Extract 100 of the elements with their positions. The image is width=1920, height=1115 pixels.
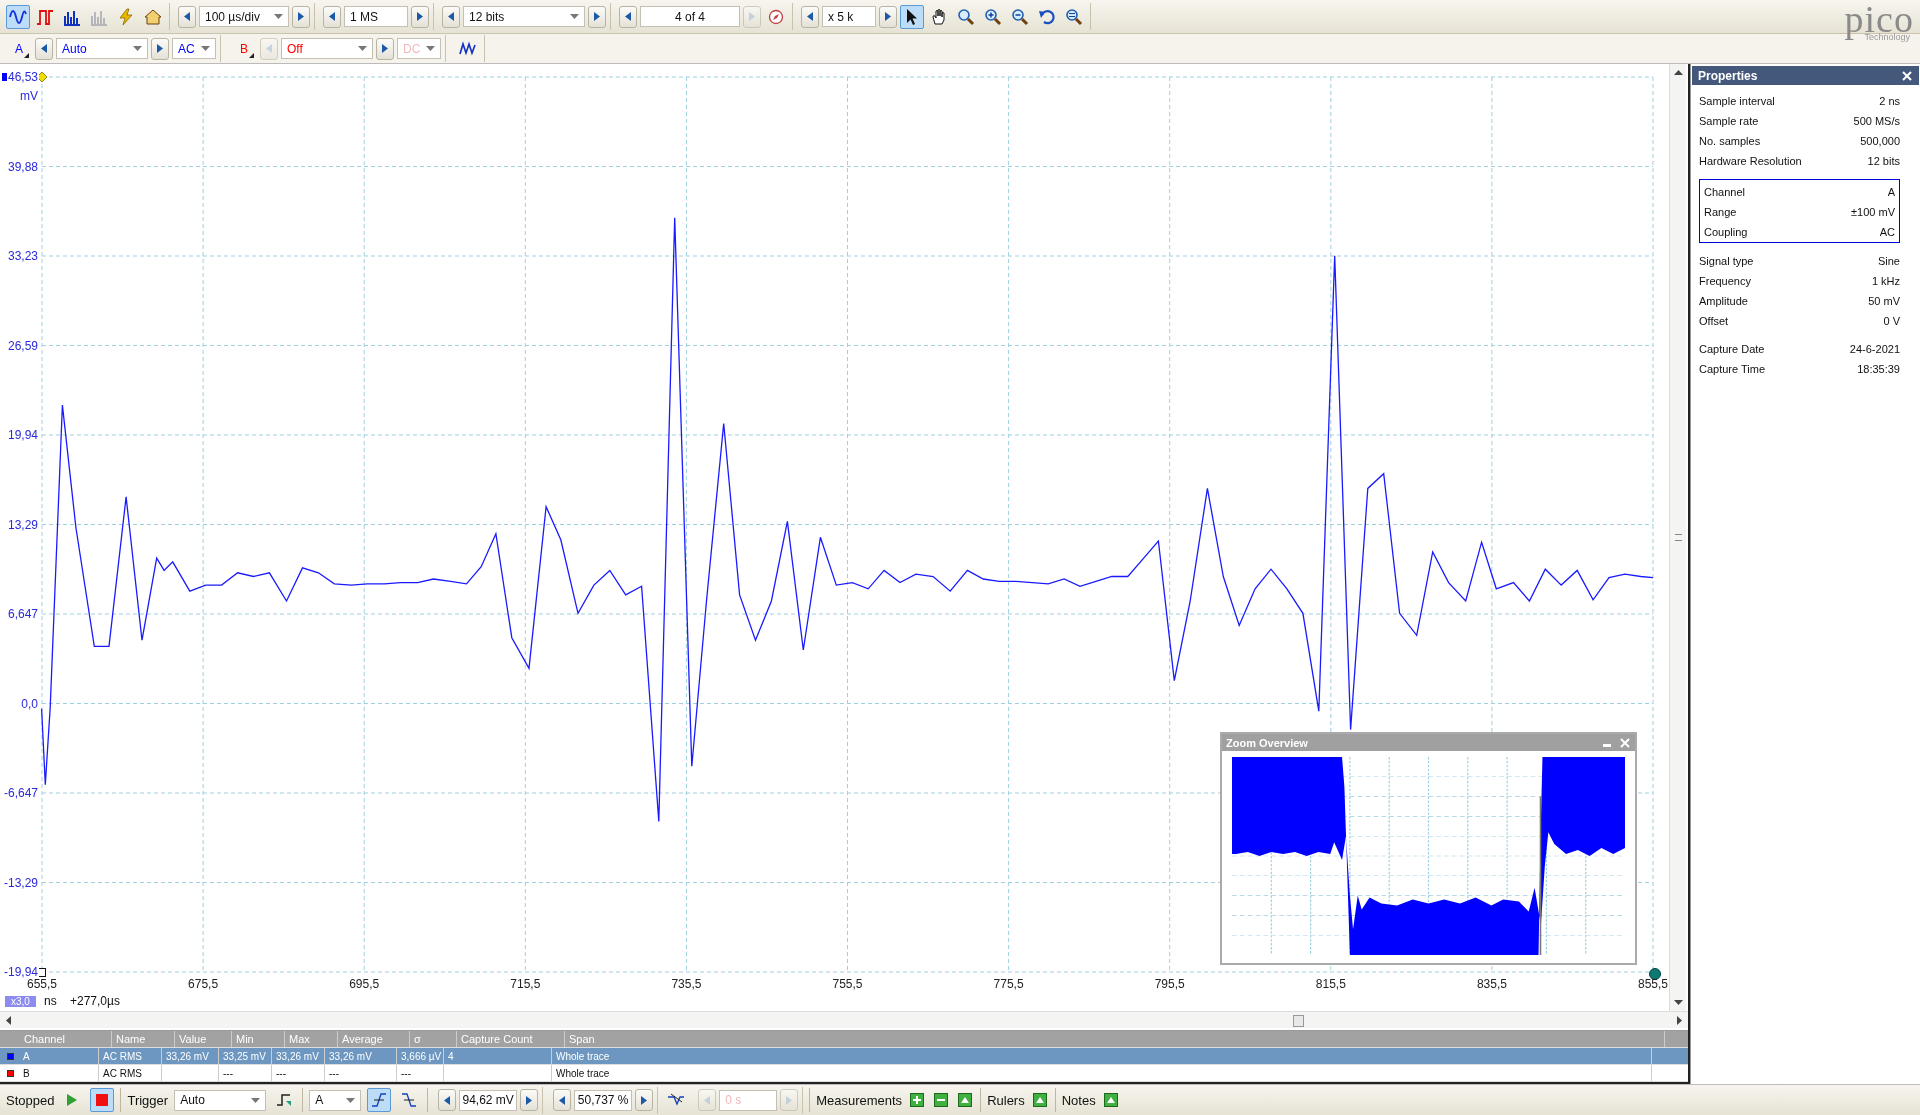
scroll-down-icon[interactable]	[1673, 1000, 1683, 1005]
range-up-button[interactable]	[151, 37, 169, 60]
column-header[interactable]: Name	[112, 1031, 175, 1047]
scope-view-button[interactable]	[6, 4, 30, 29]
x-axis-label: 755,5	[832, 977, 863, 991]
remove-measurement-button[interactable]	[932, 1091, 951, 1109]
property-label: Signal type	[1699, 255, 1754, 267]
y-axis-label: 26,59	[6, 338, 39, 353]
property-label: Coupling	[1704, 226, 1748, 238]
caret-right-icon	[641, 1095, 648, 1105]
channel-button[interactable]: A	[6, 36, 32, 61]
property-label: Channel	[1704, 186, 1745, 198]
buffer-field[interactable]: 4 of 4	[640, 6, 740, 27]
scroll-left-icon[interactable]	[6, 1015, 11, 1025]
property-value: 0 V	[1883, 315, 1900, 327]
caret-right-icon	[298, 12, 304, 21]
stop-button[interactable]	[90, 1088, 115, 1112]
table-cell: 33,25 mV	[223, 1050, 266, 1062]
caret-icon	[201, 46, 210, 51]
trigger-mode-dropdown[interactable]: Auto	[174, 1089, 267, 1111]
column-header[interactable]: σ	[410, 1031, 457, 1047]
show-panel-button[interactable]	[956, 1091, 975, 1109]
property-label: Sample interval	[1699, 95, 1775, 107]
coupling-dropdown[interactable]: AC	[172, 38, 216, 59]
property-value: 24-6-2021	[1849, 343, 1900, 355]
panel-title: Zoom Overview	[1226, 736, 1309, 749]
range-dropdown[interactable]: Auto	[56, 38, 148, 59]
table-cell: AC RMS	[103, 1067, 142, 1079]
plus-icon	[910, 1093, 925, 1107]
x-axis-label: 835,5	[1476, 977, 1507, 991]
timebase-dropdown[interactable]: 100 µs/div	[199, 6, 289, 27]
table-cell: ---	[223, 1067, 233, 1079]
threshold-up-button[interactable]	[520, 1089, 539, 1111]
previous-samples-button[interactable]	[323, 5, 341, 28]
scroll-thumb[interactable]	[1293, 1015, 1304, 1027]
property-value: 12 bits	[1867, 155, 1900, 167]
y-axis-label: 33,23	[6, 249, 39, 263]
close-button[interactable]	[1901, 69, 1913, 82]
caret-right-icon	[526, 1095, 533, 1105]
column-header[interactable]: Capture Count	[457, 1031, 565, 1047]
previous-resolution-button[interactable]	[442, 5, 460, 28]
caret-left-icon	[625, 12, 631, 21]
caret-left-icon	[448, 12, 454, 21]
waveform-icon	[459, 40, 477, 57]
property-value: 50 mV	[1868, 295, 1900, 307]
previous-timebase-button[interactable]	[178, 5, 196, 28]
next-resolution-button[interactable]	[588, 5, 606, 28]
zoom-factor-field[interactable]: x 5 k	[822, 6, 876, 27]
add-measurement-button[interactable]	[908, 1091, 927, 1109]
property-label: Range	[1704, 206, 1737, 218]
measurement-row[interactable]: B AC RMS --- --- --- --- Whole trace	[0, 1065, 1688, 1082]
sine-wave-icon	[9, 7, 27, 26]
zoom-out-factor-button[interactable]	[801, 5, 819, 28]
trigger-channel-dropdown[interactable]: A	[309, 1089, 362, 1111]
column-header[interactable]: Average	[338, 1031, 410, 1047]
next-samples-button[interactable]	[411, 5, 429, 28]
show-panel-button[interactable]	[1030, 1091, 1049, 1109]
caret-right-icon	[382, 44, 388, 53]
measurement-row[interactable]: A AC RMS 33,26 mV 33,25 mV 33,26 mV 33,26 mV 3,666 µV 4 Whole trace	[0, 1048, 1688, 1065]
caret-icon	[358, 46, 367, 51]
caret-icon	[570, 14, 579, 19]
column-header[interactable]: Max	[285, 1031, 338, 1047]
previous-buffer-button[interactable]	[619, 5, 637, 28]
x-axis-label: 855,5	[1638, 977, 1668, 991]
next-timebase-button[interactable]	[292, 5, 310, 28]
caret-icon	[426, 46, 435, 51]
show-panel-button[interactable]	[1101, 1091, 1120, 1109]
caret-left-icon	[704, 1095, 711, 1105]
channel-button[interactable]: B	[231, 36, 257, 61]
caret-icon	[251, 1097, 261, 1103]
rising-edge-button[interactable]	[367, 1088, 392, 1112]
range-dropdown[interactable]: Off	[281, 38, 373, 59]
caret-left-icon	[807, 12, 813, 21]
y-axis-label: -19,94	[2, 965, 39, 979]
range-up-button[interactable]	[376, 37, 394, 60]
scroll-right-icon[interactable]	[1677, 1015, 1682, 1025]
threshold-down-button[interactable]	[438, 1089, 457, 1111]
y-axis-label: 6,647	[6, 607, 39, 621]
pretrigger-down-button[interactable]	[553, 1089, 572, 1111]
zoom-in-factor-button[interactable]	[879, 5, 897, 28]
x-axis-unit: ns	[44, 994, 57, 1008]
pointer-tool-button[interactable]	[900, 4, 924, 29]
range-down-button[interactable]	[35, 37, 53, 60]
column-header[interactable]: Min	[232, 1031, 285, 1047]
column-header[interactable]: Span	[565, 1031, 1665, 1047]
threshold-field[interactable]: 94,62 mV	[459, 1089, 518, 1111]
column-header[interactable]: Value	[175, 1031, 232, 1047]
pretrigger-field[interactable]: 50,737 %	[574, 1089, 633, 1111]
ruler-dot-handle[interactable]	[1649, 968, 1661, 980]
x-axis-label: 675,5	[188, 977, 219, 991]
scroll-up-icon[interactable]	[1673, 70, 1683, 75]
resolution-dropdown[interactable]: 12 bits	[463, 6, 585, 27]
samples-field[interactable]: 1 MS	[344, 6, 408, 27]
y-axis-label: -13,29	[2, 875, 39, 890]
property-label: Capture Time	[1699, 363, 1766, 375]
column-header[interactable]: Channel	[20, 1031, 112, 1047]
x-axis-label: 655,5	[27, 977, 57, 991]
pretrigger-up-button[interactable]	[635, 1089, 654, 1111]
x-axis-label: 795,5	[1154, 977, 1185, 991]
falling-edge-icon	[401, 1092, 418, 1108]
